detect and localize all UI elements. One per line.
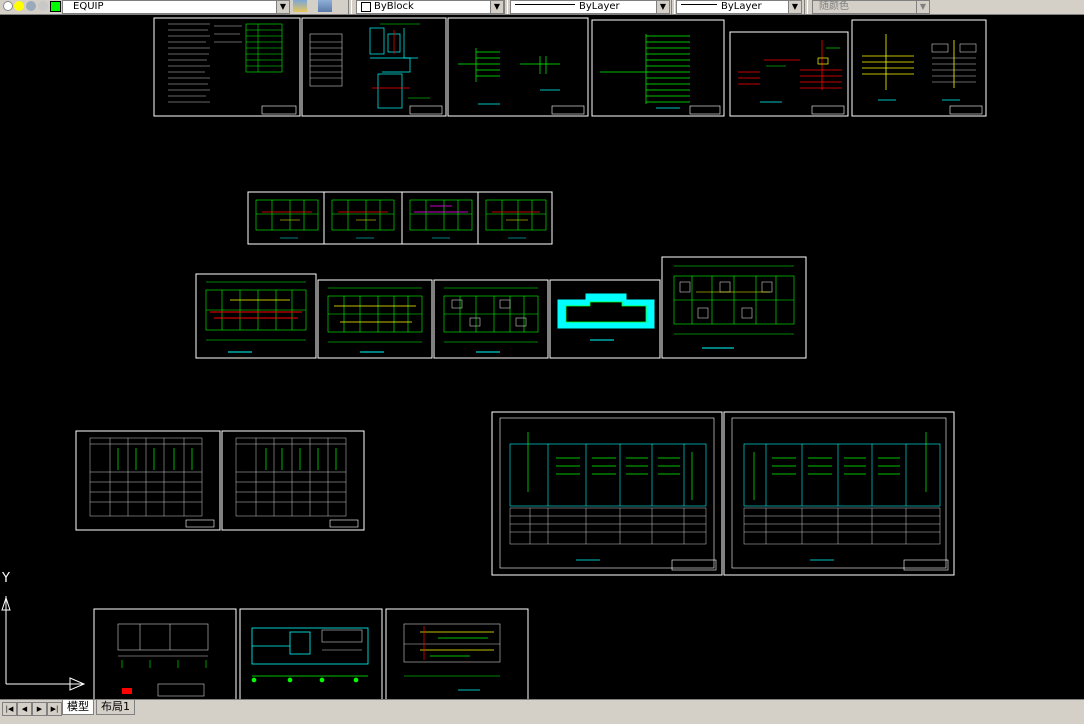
lock-icon[interactable] xyxy=(38,1,48,11)
toolbar-separator xyxy=(671,0,675,14)
layer-name: EQUIP xyxy=(73,1,104,12)
drawing-canvas[interactable]: Y xyxy=(0,15,1084,699)
chevron-down-icon[interactable]: ▼ xyxy=(788,1,801,13)
linetype-control-label: ByLayer xyxy=(579,1,620,12)
linetype-preview-icon xyxy=(515,4,575,5)
lineweight-preview-icon xyxy=(681,4,717,5)
bulb-icon[interactable] xyxy=(3,1,13,11)
plotstyle-control-label: 随颜色 xyxy=(819,1,849,12)
layer-manager-icon[interactable] xyxy=(293,0,307,12)
toolbar-separator xyxy=(348,0,352,14)
layout-tab-bar: |◀ ◀ ▶ ▶| 模型 布局1 xyxy=(0,699,1084,724)
lineweight-control-label: ByLayer xyxy=(721,1,762,12)
layer-dropdown[interactable]: EQUIP ▼ xyxy=(62,0,290,14)
color-control-dropdown[interactable]: ByBlock ▼ xyxy=(356,0,504,14)
prev-tab-button[interactable]: ◀ xyxy=(17,702,32,716)
properties-toolbar: EQUIP ▼ ByBlock ▼ ByLayer ▼ ByLayer ▼ 随颜… xyxy=(0,0,1084,15)
color-control-label: ByBlock xyxy=(374,1,414,12)
ucs-y-label: Y xyxy=(1,571,10,586)
plotstyle-control-dropdown: 随颜色 ▼ xyxy=(812,0,930,14)
toolbar-separator xyxy=(504,0,508,14)
sun-icon[interactable] xyxy=(14,1,24,11)
chevron-down-icon: ▼ xyxy=(916,1,929,13)
tab-layout1[interactable]: 布局1 xyxy=(96,700,135,715)
lineweight-control-dropdown[interactable]: ByLayer ▼ xyxy=(676,0,802,14)
layer-color-swatch-icon xyxy=(50,1,61,12)
toolbar-separator xyxy=(804,0,808,14)
linetype-control-dropdown[interactable]: ByLayer ▼ xyxy=(510,0,670,14)
next-tab-button[interactable]: ▶ xyxy=(32,702,47,716)
chevron-down-icon[interactable]: ▼ xyxy=(656,1,669,13)
layer-previous-icon[interactable] xyxy=(318,0,332,12)
freeze-icon[interactable] xyxy=(26,1,36,11)
last-tab-button[interactable]: ▶| xyxy=(47,702,62,716)
tab-model[interactable]: 模型 xyxy=(62,700,94,715)
color-swatch-icon xyxy=(361,2,371,12)
chevron-down-icon[interactable]: ▼ xyxy=(276,1,289,13)
chevron-down-icon[interactable]: ▼ xyxy=(490,1,503,13)
first-tab-button[interactable]: |◀ xyxy=(2,702,17,716)
